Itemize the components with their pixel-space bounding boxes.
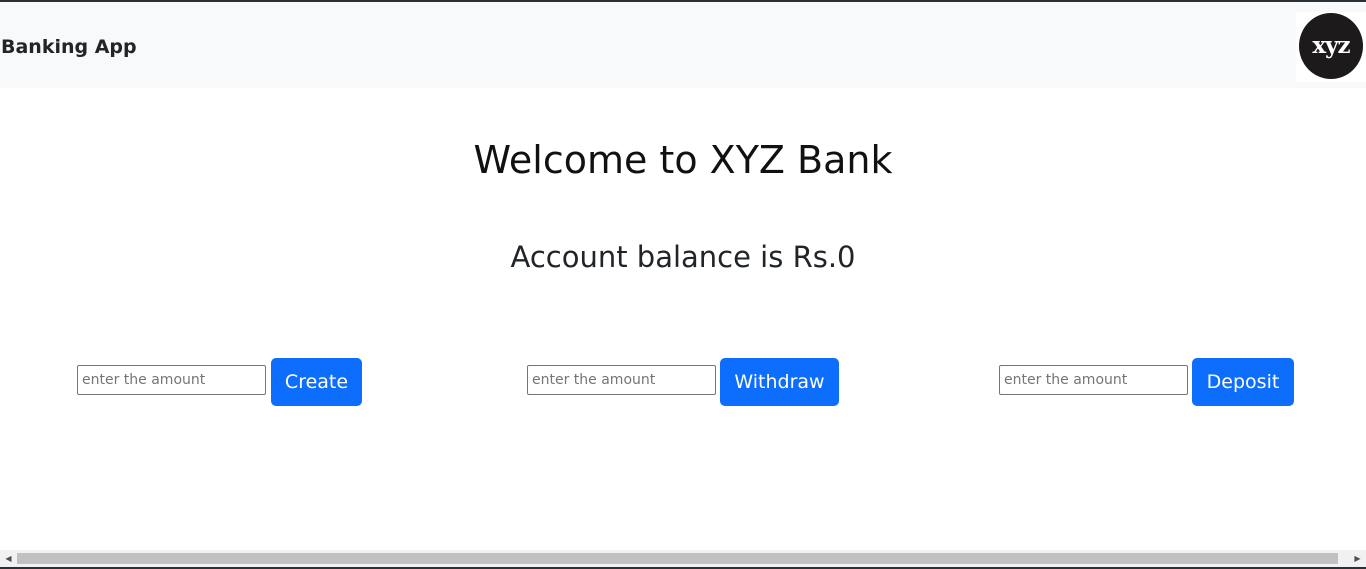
- arrow-left-icon[interactable]: ◀: [0, 550, 17, 567]
- xyz-logo: xyz: [1299, 13, 1363, 79]
- page-title: Welcome to XYZ Bank: [473, 138, 893, 182]
- navbar-brand[interactable]: Banking App: [1, 36, 137, 58]
- withdraw-button[interactable]: Withdraw: [720, 358, 839, 406]
- withdraw-amount-input[interactable]: [527, 365, 716, 395]
- account-balance: Account balance is Rs.0: [510, 240, 856, 274]
- navbar: Banking App xyz: [0, 2, 1366, 88]
- logo-container: xyz: [1296, 12, 1366, 82]
- create-button[interactable]: Create: [271, 358, 362, 406]
- deposit-amount-input[interactable]: [999, 365, 1188, 395]
- arrow-right-icon[interactable]: ▶: [1349, 550, 1366, 567]
- create-amount-input[interactable]: [77, 365, 266, 395]
- scrollbar-thumb[interactable]: [17, 553, 1338, 564]
- horizontal-scrollbar[interactable]: ◀ ▶: [0, 550, 1366, 567]
- deposit-button[interactable]: Deposit: [1192, 358, 1294, 406]
